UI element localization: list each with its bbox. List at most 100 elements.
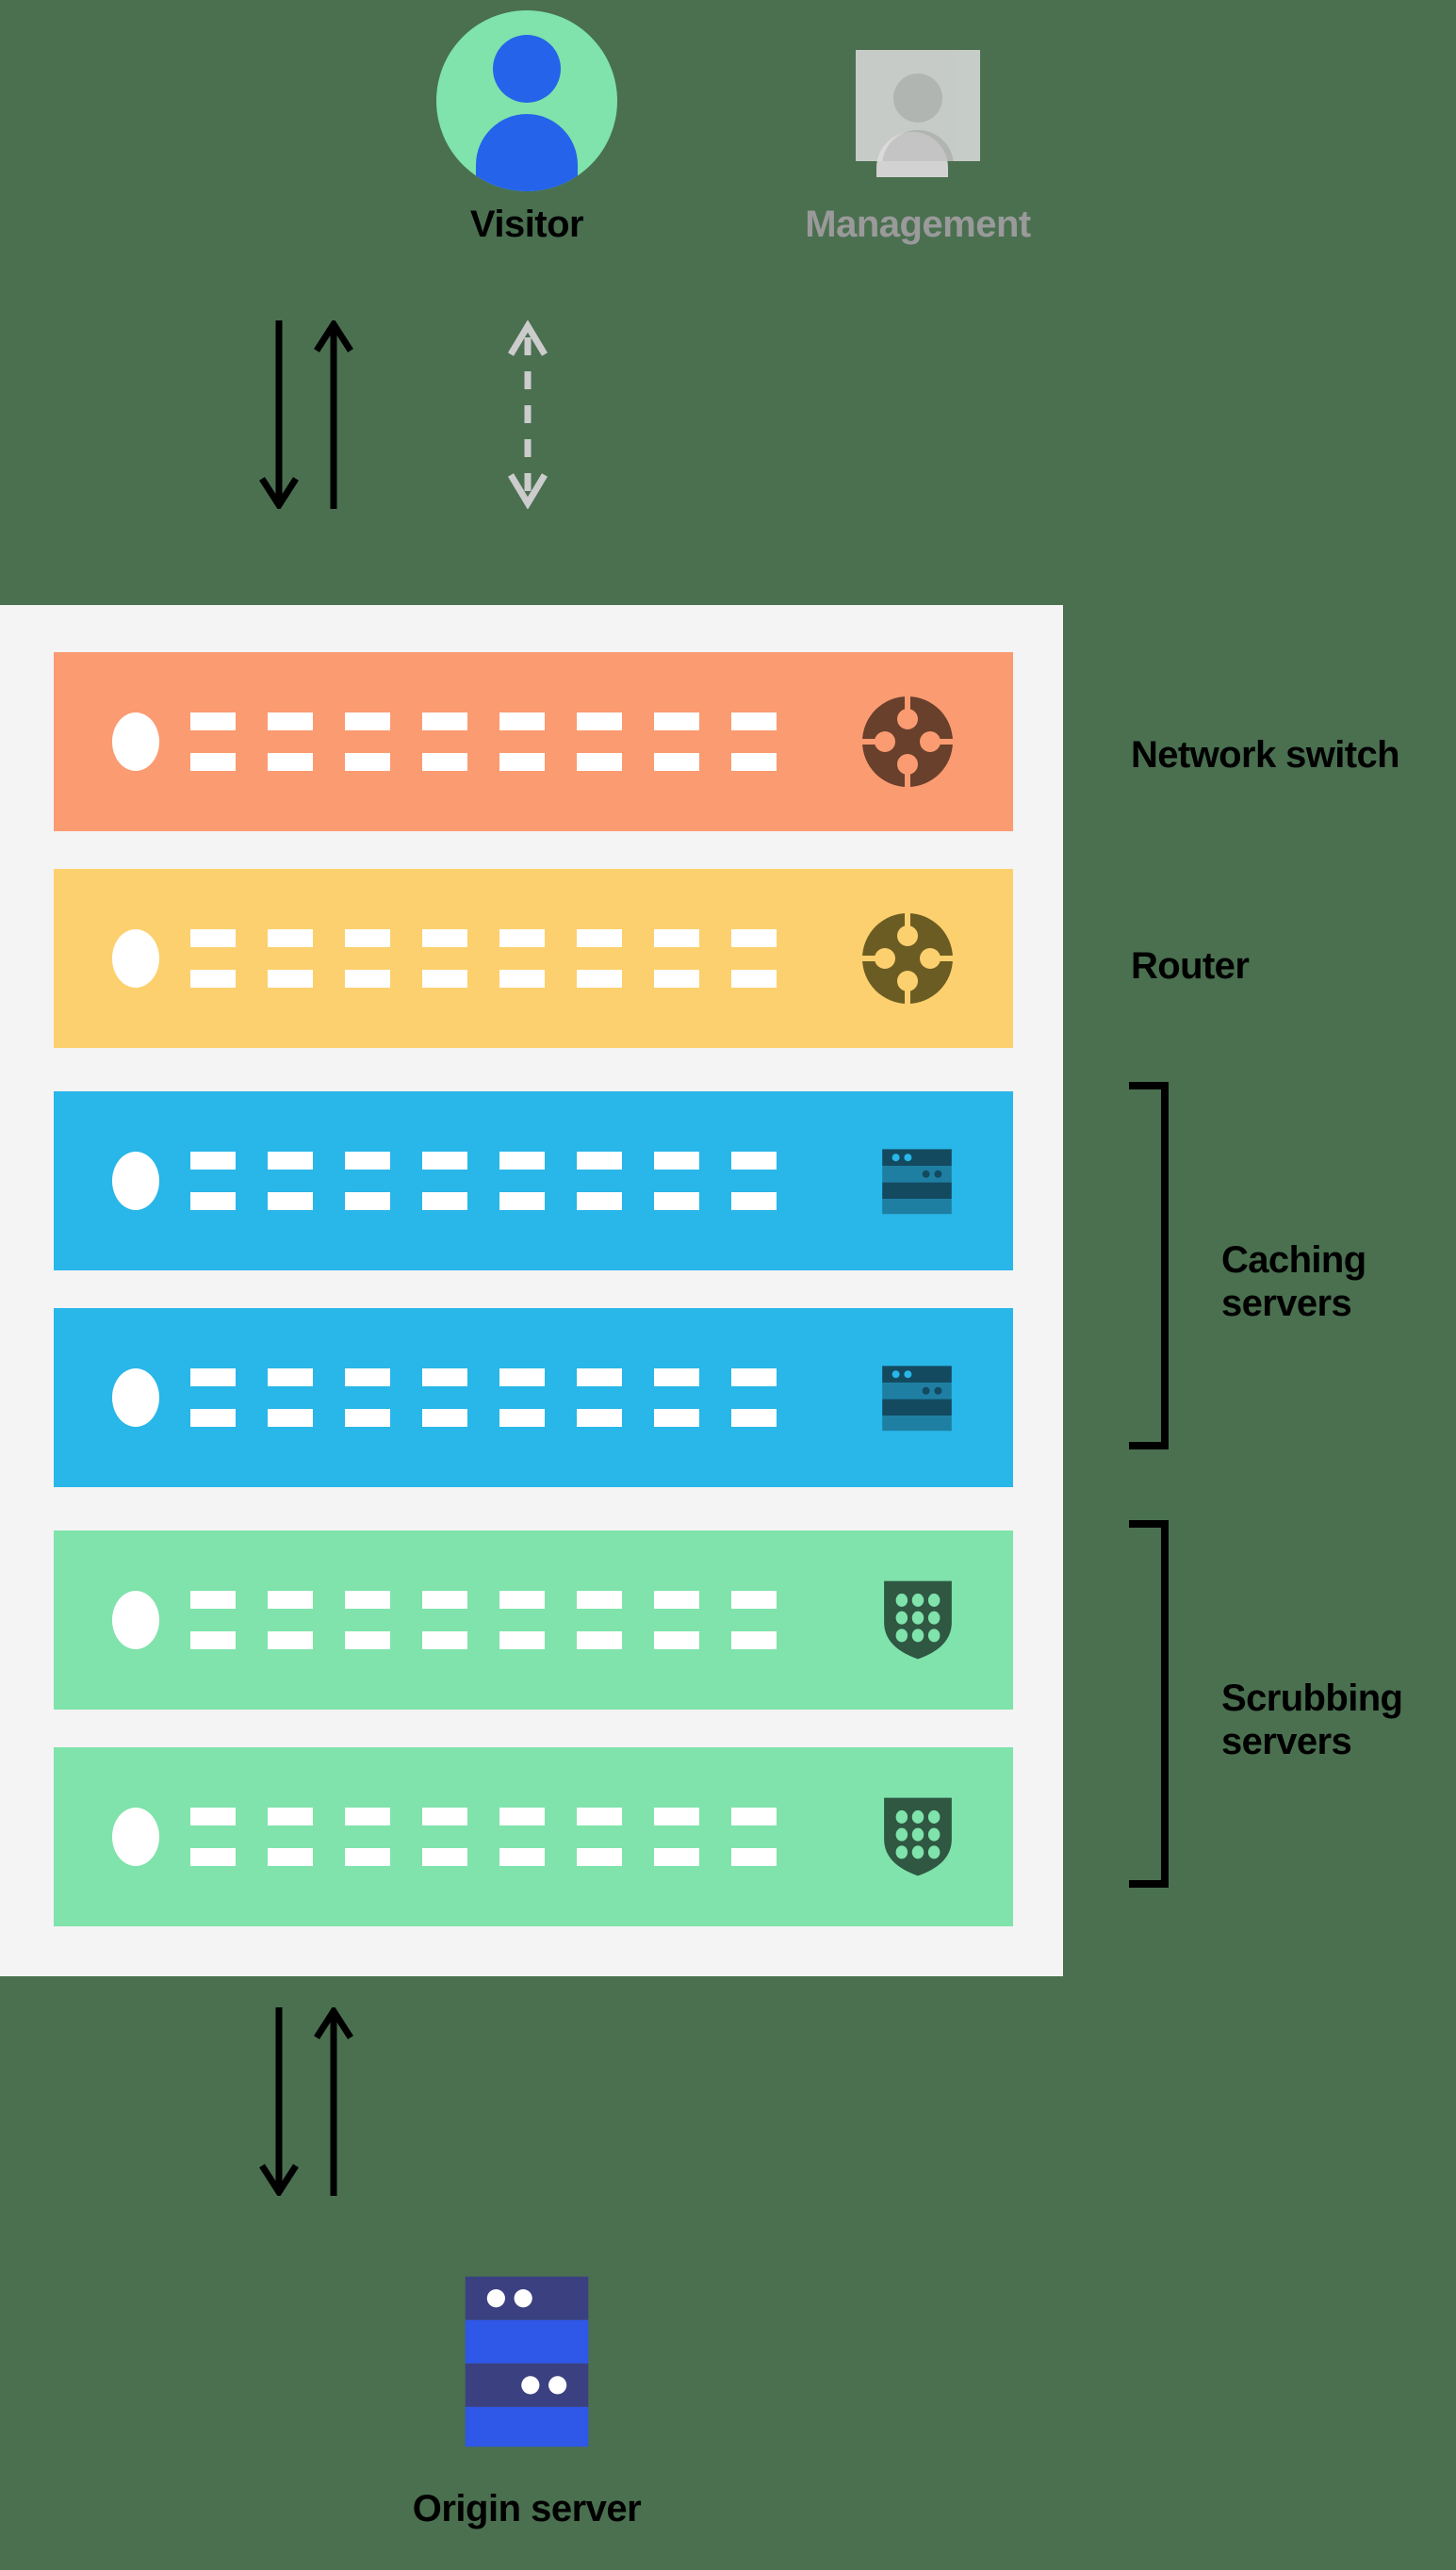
status-led-icon [112, 712, 159, 771]
port [731, 970, 777, 988]
port [731, 1848, 777, 1866]
port [654, 929, 699, 947]
port [268, 1152, 313, 1170]
avatar-head [493, 35, 561, 103]
port [731, 1152, 777, 1170]
rack-row-caching-server-1[interactable] [54, 1091, 1013, 1270]
status-led-icon [112, 1591, 159, 1649]
diagram-canvas: Visitor Management Network switch Router… [0, 0, 1456, 2570]
port [731, 712, 777, 730]
caching-servers-label-line2: servers [1221, 1283, 1352, 1324]
port [422, 1631, 467, 1649]
caching-servers-label-line1: Caching [1221, 1239, 1366, 1281]
port [422, 970, 467, 988]
rack-row-router[interactable] [54, 869, 1013, 1048]
rack-row-scrubbing-server-1[interactable] [54, 1531, 1013, 1710]
port [577, 712, 622, 730]
port-array [190, 712, 812, 771]
port-array [190, 929, 812, 988]
port [499, 1152, 545, 1170]
visitor-label: Visitor [469, 204, 584, 245]
port [268, 1631, 313, 1649]
port-array [190, 1152, 812, 1210]
port [345, 1808, 390, 1825]
status-led-icon [112, 1152, 159, 1210]
port [577, 1848, 622, 1866]
port [268, 753, 313, 771]
port [422, 1808, 467, 1825]
management-label: Management [805, 204, 1031, 245]
port [422, 1152, 467, 1170]
port [422, 1591, 467, 1609]
port [268, 1409, 313, 1427]
port [654, 1409, 699, 1427]
port [345, 1848, 390, 1866]
port [499, 1848, 545, 1866]
port [577, 753, 622, 771]
port [190, 1368, 236, 1386]
port-array [190, 1368, 812, 1427]
management-arrow [507, 320, 548, 509]
network-switch-label: Network switch [1131, 734, 1400, 776]
port [345, 712, 390, 730]
port [731, 1591, 777, 1609]
visitor-traffic-arrows [259, 320, 353, 509]
port [190, 1152, 236, 1170]
port [268, 1591, 313, 1609]
port [268, 1848, 313, 1866]
scrubbing-servers-label-line2: servers [1221, 1721, 1352, 1762]
port [268, 1192, 313, 1210]
port [731, 1192, 777, 1210]
port [190, 1631, 236, 1649]
port [654, 1631, 699, 1649]
port [190, 970, 236, 988]
port [190, 753, 236, 771]
port [499, 929, 545, 947]
status-led-icon [112, 1808, 159, 1866]
port [268, 929, 313, 947]
port [499, 1808, 545, 1825]
port [268, 970, 313, 988]
port [422, 753, 467, 771]
scrubbing-servers-label: Scrubbing servers [1221, 1677, 1403, 1763]
port [731, 1409, 777, 1427]
port [731, 1368, 777, 1386]
port [577, 1368, 622, 1386]
port [577, 1808, 622, 1825]
rack-row-caching-server-2[interactable] [54, 1308, 1013, 1487]
server-rack-panel [0, 605, 1063, 1976]
scrubbing-servers-label-line1: Scrubbing [1221, 1678, 1403, 1719]
server-stack-icon [882, 1366, 952, 1432]
server-stack-icon [882, 1149, 952, 1215]
port [422, 929, 467, 947]
network-hub-icon [862, 913, 953, 1004]
port [654, 1192, 699, 1210]
port [190, 1808, 236, 1825]
port [422, 1409, 467, 1427]
port [654, 1368, 699, 1386]
port [345, 1591, 390, 1609]
port [577, 1631, 622, 1649]
rack-row-scrubbing-server-2[interactable] [54, 1747, 1013, 1926]
port [499, 1591, 545, 1609]
port [499, 1409, 545, 1427]
port [345, 1368, 390, 1386]
port [654, 1591, 699, 1609]
port [422, 712, 467, 730]
port [190, 929, 236, 947]
port [422, 1368, 467, 1386]
status-led-icon [112, 1368, 159, 1427]
scrubbing-servers-bracket [1129, 1520, 1169, 1888]
port [577, 1192, 622, 1210]
port [268, 712, 313, 730]
management-avatar-body [882, 130, 954, 161]
management-avatar-head [893, 74, 942, 123]
port [190, 1848, 236, 1866]
port [345, 1152, 390, 1170]
port [731, 1808, 777, 1825]
rack-row-network-switch[interactable] [54, 652, 1013, 831]
origin-server-icon [465, 2276, 589, 2447]
port [654, 970, 699, 988]
port-array [190, 1808, 812, 1866]
origin-server-label: Origin server [412, 2488, 642, 2529]
